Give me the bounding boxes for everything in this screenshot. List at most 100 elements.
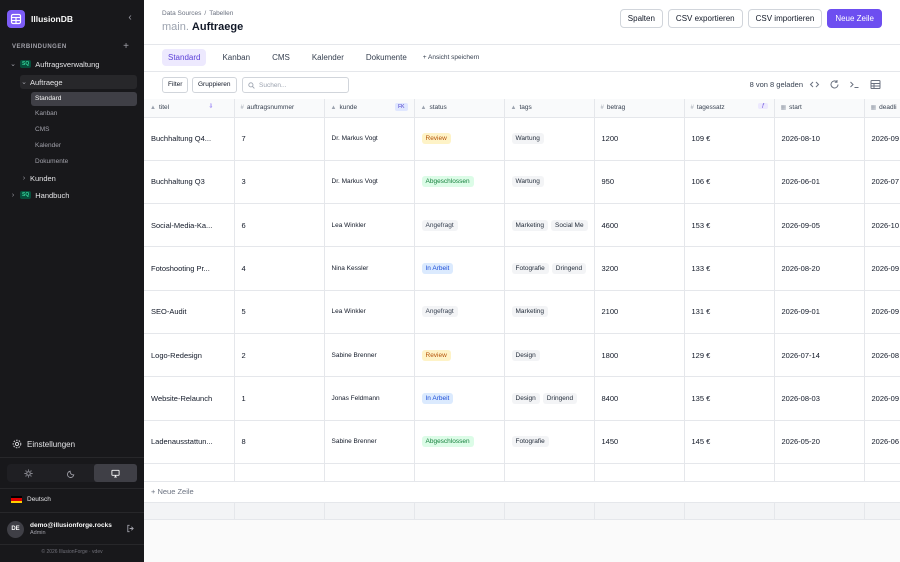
- cell-status[interactable]: In Arbeit: [414, 246, 505, 291]
- theme-dark[interactable]: [50, 464, 93, 482]
- cell-status[interactable]: Review: [414, 117, 505, 161]
- sort-pin-icon[interactable]: ⇩: [208, 103, 213, 110]
- cell-deadline[interactable]: 2026-07: [864, 160, 900, 205]
- cell-start[interactable]: 2026-07-14: [774, 333, 865, 378]
- cell-auftragsnummer[interactable]: 6: [234, 203, 325, 248]
- cell-start[interactable]: 2026-08-10: [774, 117, 865, 161]
- cell-auftragsnummer[interactable]: 5: [234, 290, 325, 334]
- table-row[interactable]: Logo-Redesign 2 Sabine Brenner Review Design…: [144, 333, 900, 378]
- cell-tags[interactable]: Marketing Social Me: [504, 203, 595, 248]
- refresh-icon[interactable]: [829, 79, 840, 90]
- cell-tagessatz[interactable]: 135 €: [684, 376, 775, 421]
- cell-kunde[interactable]: Lea Winkler: [324, 290, 415, 334]
- cell-deadline[interactable]: 2026-09: [864, 290, 900, 334]
- cell-tags[interactable]: Wartung: [504, 117, 595, 161]
- cell-kunde[interactable]: Jonas Feldmann: [324, 376, 415, 421]
- column-header-deadline[interactable]: ▦ deadli: [864, 99, 900, 118]
- cell-titel[interactable]: Ladenausstattun...: [144, 420, 235, 464]
- cell-kunde[interactable]: Lea Winkler: [324, 203, 415, 248]
- cell-titel[interactable]: Logo-Redesign: [144, 333, 235, 378]
- cell-deadline[interactable]: 2026-08: [864, 333, 900, 378]
- cell-auftragsnummer[interactable]: 4: [234, 246, 325, 291]
- breadcrumb-data-sources[interactable]: Data Sources: [162, 10, 201, 17]
- table-row[interactable]: SEO-Audit 5 Lea Winkler Angefragt Marketing 2…: [144, 290, 900, 334]
- csv-export-button[interactable]: CSV exportieren: [667, 9, 743, 28]
- cell-tags[interactable]: Wartung: [504, 160, 595, 205]
- code-icon[interactable]: [809, 79, 820, 90]
- column-header-auftragsnummer[interactable]: # auftragsnummer: [234, 99, 325, 118]
- cell-tags[interactable]: Design: [504, 333, 595, 378]
- language-select[interactable]: Deutsch: [11, 496, 51, 503]
- grid-icon[interactable]: [870, 79, 881, 90]
- table-row[interactable]: Ladenausstattun... 8 Sabine Brenner Abgesch…: [144, 420, 900, 464]
- cell-tagessatz[interactable]: 153 €: [684, 203, 775, 248]
- cell-kunde[interactable]: Sabine Brenner: [324, 333, 415, 378]
- table-row[interactable]: Buchhaltung Q4... 7 Dr. Markus Vogt Review W…: [144, 117, 900, 161]
- cell-betrag[interactable]: 1200: [594, 117, 685, 161]
- sidebar-view-kanban[interactable]: Kanban: [31, 107, 137, 121]
- cell-status[interactable]: Abgeschlossen: [414, 420, 505, 464]
- cell-status[interactable]: Review: [414, 333, 505, 378]
- new-row-line[interactable]: + Neue Zeile: [144, 481, 900, 503]
- table-row[interactable]: Fotoshooting Pr... 4 Nina Kessler In Arbeit…: [144, 246, 900, 291]
- cell-auftragsnummer[interactable]: 2: [234, 333, 325, 378]
- cell-deadline[interactable]: 2026-09: [864, 246, 900, 291]
- tab-dokumente[interactable]: Dokumente: [360, 49, 413, 66]
- table-auftraege[interactable]: ⌄ Auftraege: [20, 75, 137, 89]
- plus-icon[interactable]: +: [121, 41, 131, 52]
- cell-titel[interactable]: Buchhaltung Q4...: [144, 117, 235, 161]
- column-header-start[interactable]: ▦ start: [774, 99, 865, 118]
- cell-tagessatz[interactable]: 131 €: [684, 290, 775, 334]
- cell-titel[interactable]: Website-Relaunch: [144, 376, 235, 421]
- connection-handbuch[interactable]: › SQ Handbuch: [9, 188, 70, 202]
- table-row[interactable]: Website-Relaunch 1 Jonas Feldmann In Arbeit…: [144, 376, 900, 421]
- cell-titel[interactable]: SEO-Audit: [144, 290, 235, 334]
- column-header-status[interactable]: ▲ status: [414, 99, 505, 118]
- chevron-left-icon[interactable]: ‹: [124, 12, 136, 24]
- sidebar-view-dokumente[interactable]: Dokumente: [31, 155, 137, 169]
- cell-titel[interactable]: Fotoshooting Pr...: [144, 246, 235, 291]
- cell-kunde[interactable]: Dr. Markus Vogt: [324, 117, 415, 161]
- cell-start[interactable]: 2026-08-03: [774, 376, 865, 421]
- breadcrumb-tables[interactable]: Tabellen: [209, 10, 233, 17]
- cell-betrag[interactable]: 8400: [594, 376, 685, 421]
- column-header-betrag[interactable]: # betrag: [594, 99, 685, 118]
- cell-tagessatz[interactable]: 129 €: [684, 333, 775, 378]
- brand[interactable]: IllusionDB: [7, 9, 73, 28]
- sidebar-view-kalender[interactable]: Kalender: [31, 139, 137, 153]
- cell-betrag[interactable]: 1800: [594, 333, 685, 378]
- cell-auftragsnummer[interactable]: 1: [234, 376, 325, 421]
- cell-tagessatz[interactable]: 145 €: [684, 420, 775, 464]
- cell-status[interactable]: Angefragt: [414, 203, 505, 248]
- sidebar-view-cms[interactable]: CMS: [31, 123, 137, 137]
- cell-status[interactable]: Abgeschlossen: [414, 160, 505, 205]
- terminal-icon[interactable]: [849, 79, 860, 90]
- cell-tagessatz[interactable]: 106 €: [684, 160, 775, 205]
- table-row[interactable]: Social-Media-Ka... 6 Lea Winkler Angefragt M…: [144, 203, 900, 248]
- csv-import-button[interactable]: CSV importieren: [747, 9, 823, 28]
- cell-tags[interactable]: Fotografie Dringend: [504, 246, 595, 291]
- cell-betrag[interactable]: 3200: [594, 246, 685, 291]
- table-row[interactable]: Buchhaltung Q3 3 Dr. Markus Vogt Abgeschlos…: [144, 160, 900, 205]
- save-view-button[interactable]: + Ansicht speichern: [423, 54, 480, 61]
- cell-tags[interactable]: Fotografie: [504, 420, 595, 464]
- cell-auftragsnummer[interactable]: 8: [234, 420, 325, 464]
- cell-start[interactable]: 2026-08-20: [774, 246, 865, 291]
- cell-titel[interactable]: Social-Media-Ka...: [144, 203, 235, 248]
- cell-titel[interactable]: Buchhaltung Q3: [144, 160, 235, 205]
- cell-deadline[interactable]: 2026-09: [864, 376, 900, 421]
- tab-cms[interactable]: CMS: [266, 49, 296, 66]
- theme-light[interactable]: [7, 464, 50, 482]
- cell-tags[interactable]: Marketing: [504, 290, 595, 334]
- table-kunden[interactable]: › Kunden: [20, 171, 56, 185]
- cell-tags[interactable]: Design Dringend: [504, 376, 595, 421]
- cell-betrag[interactable]: 4600: [594, 203, 685, 248]
- cell-betrag[interactable]: 1450: [594, 420, 685, 464]
- cell-start[interactable]: 2026-09-05: [774, 203, 865, 248]
- theme-system[interactable]: [93, 464, 137, 482]
- tab-kalender[interactable]: Kalender: [306, 49, 350, 66]
- cell-deadline[interactable]: 2026-09: [864, 117, 900, 161]
- cell-status[interactable]: Angefragt: [414, 290, 505, 334]
- cell-auftragsnummer[interactable]: 3: [234, 160, 325, 205]
- filter-button[interactable]: Filter: [162, 77, 189, 93]
